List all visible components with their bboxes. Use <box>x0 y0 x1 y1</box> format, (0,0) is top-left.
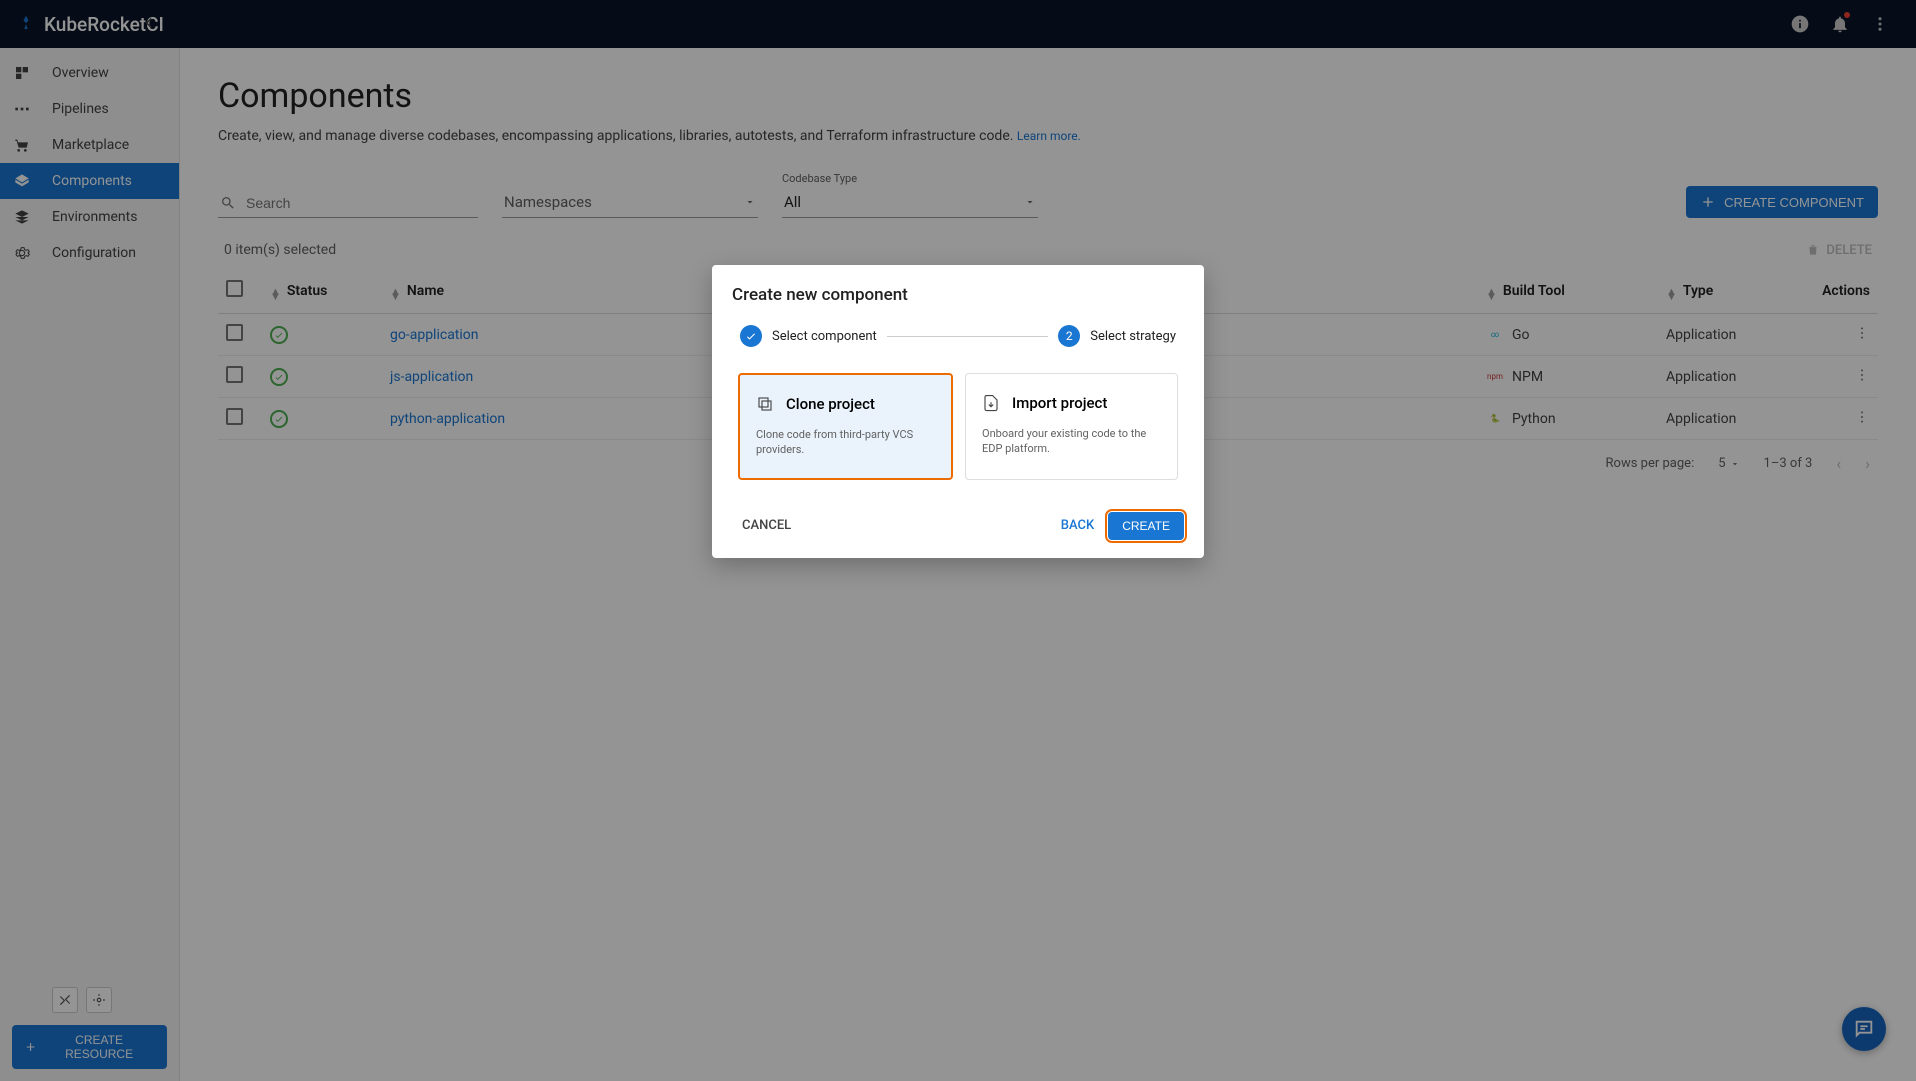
clone-desc: Clone code from third-party VCS provider… <box>756 427 935 458</box>
back-button[interactable]: BACK <box>1047 512 1108 539</box>
step-1-label: Select component <box>772 329 877 344</box>
create-component-dialog: Create new component Select component 2 … <box>712 265 1204 558</box>
step-number-badge: 2 <box>1058 325 1080 347</box>
step-1: Select component <box>740 325 877 347</box>
step-connector <box>887 336 1048 337</box>
import-title: Import project <box>1012 394 1107 412</box>
step-done-icon <box>740 325 762 347</box>
strategy-clone[interactable]: Clone project Clone code from third-part… <box>738 373 953 480</box>
stepper: Select component 2 Select strategy <box>740 325 1176 347</box>
import-icon <box>982 394 1000 412</box>
step-2: 2 Select strategy <box>1058 325 1176 347</box>
strategy-import[interactable]: Import project Onboard your existing cod… <box>965 373 1178 480</box>
dialog-title: Create new component <box>732 285 1184 305</box>
dialog-actions: CANCEL BACK CREATE <box>732 508 1184 546</box>
create-button[interactable]: CREATE <box>1108 512 1184 540</box>
clone-title: Clone project <box>786 395 875 413</box>
cancel-button[interactable]: CANCEL <box>732 512 801 539</box>
import-desc: Onboard your existing code to the EDP pl… <box>982 426 1161 457</box>
strategy-options: Clone project Clone code from third-part… <box>732 373 1184 480</box>
clone-icon <box>756 395 774 413</box>
modal-overlay: Create new component Select component 2 … <box>0 0 1916 1081</box>
step-2-label: Select strategy <box>1090 329 1176 344</box>
